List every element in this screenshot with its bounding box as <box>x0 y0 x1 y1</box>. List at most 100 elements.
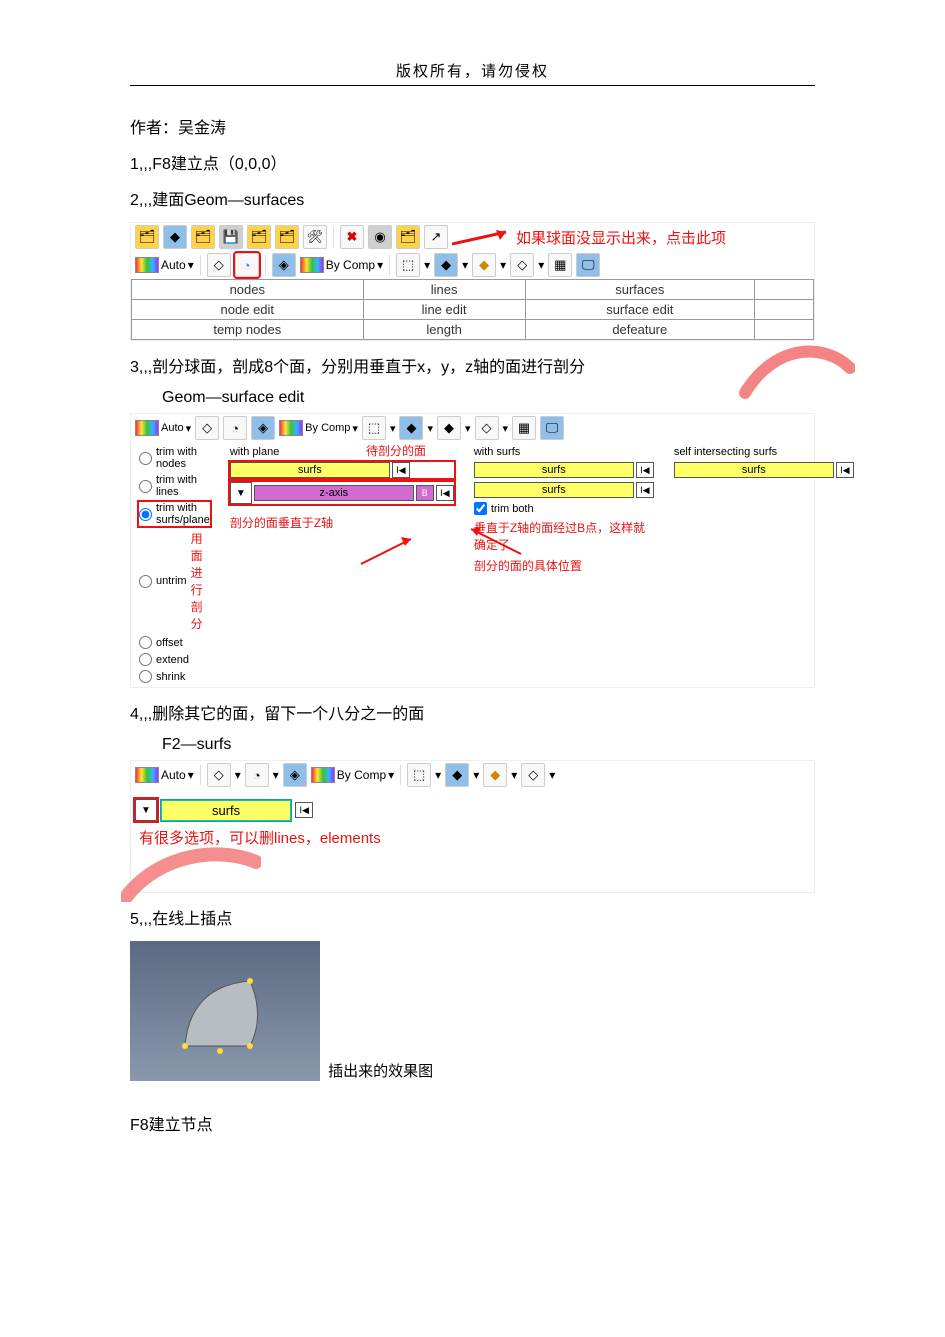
solidcube-icon[interactable]: ◆ <box>399 416 423 440</box>
monitor-icon[interactable]: 🖵 <box>540 416 564 440</box>
menu-node-edit[interactable]: node edit <box>132 300 364 320</box>
shape-icon[interactable]: ◉ <box>368 225 392 249</box>
wire-icon[interactable]: ◇ <box>195 416 219 440</box>
wirecube-icon[interactable]: ⬚ <box>407 763 431 787</box>
solidcube-icon[interactable]: ◆ <box>434 253 458 277</box>
auto-label: Auto <box>161 258 186 272</box>
cube-icon[interactable]: ◈ <box>272 253 296 277</box>
color-swatch-icon <box>135 257 159 273</box>
opt-offset[interactable]: offset <box>139 636 210 649</box>
menu-surface-edit[interactable]: surface edit <box>525 300 754 320</box>
wirecube-icon[interactable]: ⬚ <box>362 416 386 440</box>
menu-length[interactable]: length <box>363 320 525 340</box>
cube-icon[interactable]: ◈ <box>251 416 275 440</box>
chevron-down-icon: ▾ <box>188 258 194 272</box>
bycomp-label: By Comp <box>326 258 375 272</box>
close-icon[interactable]: ✖ <box>340 225 364 249</box>
surfs-selector-3[interactable]: surfs <box>474 482 634 498</box>
color-swatch-icon <box>311 767 335 783</box>
auto-color-dropdown[interactable]: Auto▾ <box>135 420 191 436</box>
reset-sel-icon[interactable]: I◀ <box>636 482 654 498</box>
panel-delete-surfs: Auto▾ ◇▾ ◔▾ ◈ By Comp▾ ⬚▾ ◆▾ ◆▾ ◇▾ ▼ sur… <box>130 760 815 893</box>
hdr-self-intersect: self intersecting surfs <box>674 446 854 458</box>
tool-icon[interactable]: 🛠 <box>303 225 327 249</box>
b-point-button[interactable]: B <box>416 485 434 501</box>
auto-color-dropdown[interactable]: Auto ▾ <box>135 257 194 273</box>
plane-icon[interactable]: ◇ <box>521 763 545 787</box>
arrow-icon[interactable]: ↗ <box>424 225 448 249</box>
menu-nodes[interactable]: nodes <box>132 280 364 300</box>
monitor-icon[interactable]: 🖵 <box>576 253 600 277</box>
reset-sel-icon[interactable]: I◀ <box>836 462 854 478</box>
wire-icon[interactable]: ◇ <box>207 253 231 277</box>
plane-icon[interactable]: ◇ <box>475 416 499 440</box>
folder-icon[interactable]: 🗂 <box>396 225 420 249</box>
entity-type-dropdown[interactable]: ▼ <box>135 799 157 821</box>
folder-icon[interactable]: 🗂 <box>247 225 271 249</box>
folder-icon[interactable]: 🗂 <box>135 225 159 249</box>
folder-icon[interactable]: 🗂 <box>191 225 215 249</box>
grid-icon[interactable]: ▦ <box>512 416 536 440</box>
reset-sel-icon[interactable]: I◀ <box>392 462 410 478</box>
surfs-selector[interactable]: surfs <box>230 462 390 478</box>
menu-surfaces[interactable]: surfaces <box>525 280 754 300</box>
shaded-icon[interactable]: ◔ <box>223 416 247 440</box>
menu-temp-nodes[interactable]: temp nodes <box>132 320 364 340</box>
wire-icon[interactable]: ◇ <box>207 763 231 787</box>
red-arrow-icon <box>461 524 541 564</box>
surfs-selector-4[interactable]: surfs <box>674 462 834 478</box>
chk-trim-both[interactable]: trim both <box>474 502 654 515</box>
step-3-text: 3,,,剖分球面，剖成8个面，分别用垂直于x，y，z轴的面进行剖分 <box>130 359 585 376</box>
step-2: 2,,,建面Geom—surfaces <box>130 186 815 210</box>
plane-icon[interactable]: ◇ <box>510 253 534 277</box>
surfs-selector-2[interactable]: surfs <box>474 462 634 478</box>
author-line: 作者：吴金涛 <box>130 114 815 138</box>
reset-sel-icon[interactable]: I◀ <box>295 802 313 818</box>
annotation-sphere-display: 如果球面没显示出来，点击此项 <box>516 227 726 248</box>
surfs-selector[interactable]: surfs <box>161 800 291 821</box>
axis-dd[interactable]: ▼ <box>230 482 252 504</box>
opt-extend[interactable]: extend <box>139 653 210 666</box>
opt-trim-surfs-plane[interactable]: trim with surfs/plane <box>139 502 210 526</box>
cube-icon[interactable]: ◆ <box>163 225 187 249</box>
bycomp-dropdown[interactable]: By Comp▾ <box>311 767 394 783</box>
bycomp-dropdown[interactable]: By Comp ▾ <box>300 257 383 273</box>
disk-icon[interactable]: 💾 <box>219 225 243 249</box>
hdr-with-surfs: with surfs <box>474 446 654 458</box>
opt-untrim[interactable]: untrim 用面进行剖分 <box>139 530 210 632</box>
shaded-icon[interactable]: ◔ <box>245 763 269 787</box>
opt-trim-nodes[interactable]: trim with nodes <box>139 446 210 470</box>
zaxis-selector[interactable]: z-axis <box>254 485 414 501</box>
reset-sel-icon[interactable]: I◀ <box>636 462 654 478</box>
color-swatch-icon <box>300 257 324 273</box>
cube-icon[interactable]: ◈ <box>283 763 307 787</box>
opt-shrink[interactable]: shrink <box>139 670 210 683</box>
menu-lines[interactable]: lines <box>363 280 525 300</box>
folder-icon[interactable]: 🗂 <box>275 225 299 249</box>
diamond-icon[interactable]: ◆ <box>472 253 496 277</box>
separator <box>200 255 201 275</box>
wirecube-icon[interactable]: ⬚ <box>396 253 420 277</box>
chevron-down-icon: ▾ <box>377 258 383 272</box>
opt-trim-lines[interactable]: trim with lines <box>139 474 210 498</box>
annotation-perp-z: 剖分的面垂直于Z轴 <box>230 514 454 531</box>
shaded-surfs-icon[interactable]: ◔ <box>235 253 259 277</box>
step-5: 5,,,在线上插点 <box>130 905 815 929</box>
step-1: 1,,,F8建立点（0,0,0） <box>130 150 815 174</box>
menu-line-edit[interactable]: line edit <box>363 300 525 320</box>
separator <box>333 227 334 247</box>
diamond-icon[interactable]: ◆ <box>483 763 507 787</box>
bycomp-dropdown[interactable]: By Comp▾ <box>279 420 358 436</box>
step-4-sub: F2—surfs <box>130 736 815 754</box>
menu-defeature[interactable]: defeature <box>525 320 754 340</box>
solidcube-icon[interactable]: ◆ <box>445 763 469 787</box>
separator <box>400 765 401 785</box>
diamond-icon[interactable]: ◆ <box>437 416 461 440</box>
reset-sel-icon[interactable]: I◀ <box>436 485 454 501</box>
grid-icon[interactable]: ▦ <box>548 253 572 277</box>
watermark-stroke-icon <box>735 333 855 403</box>
auto-color-dropdown[interactable]: Auto▾ <box>135 767 194 783</box>
effect-caption: 插出来的效果图 <box>328 1060 433 1081</box>
auto-label: Auto <box>161 768 186 782</box>
step-3: 3,,,剖分球面，剖成8个面，分别用垂直于x，y，z轴的面进行剖分 <box>130 353 815 377</box>
